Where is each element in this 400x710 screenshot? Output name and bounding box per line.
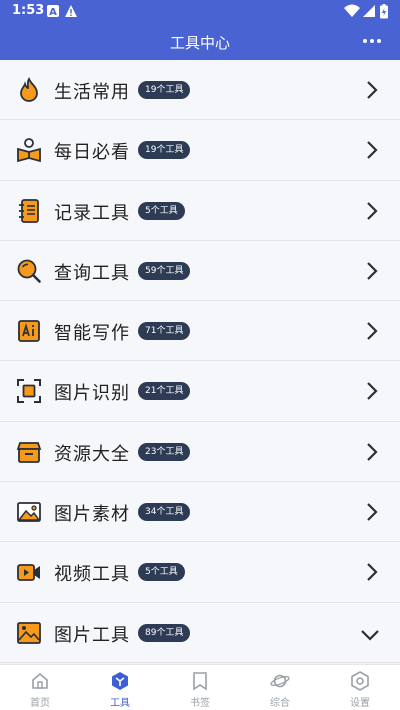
warning-icon (65, 5, 77, 17)
category-row-resources[interactable]: 资源大全 23个工具 (0, 421, 400, 483)
chevron-right-icon (367, 563, 378, 582)
tool-count-badge: 19个工具 (138, 81, 191, 99)
category-label: 每日必看 (54, 142, 130, 164)
scan-icon (17, 379, 41, 404)
chevron-right-icon (367, 382, 378, 401)
tool-count-badge: 89个工具 (138, 623, 191, 642)
bottom-tab-bar: 首页 工具 书签 综合 设置 (0, 664, 400, 710)
category-label: 图片工具 (54, 624, 130, 646)
category-label: 查询工具 (54, 262, 130, 284)
category-row-image-recognition[interactable]: 图片识别 21个工具 (0, 361, 400, 422)
category-label: 智能写作 (54, 323, 130, 345)
tool-category-list: 生活常用 19个工具 每日必看 19个工具 记录工具 5个工具 查询工具 59个… (0, 60, 400, 664)
tool-count-badge: 5个工具 (138, 563, 185, 582)
status-time: 1:53 (12, 3, 45, 18)
category-row-query[interactable]: 查询工具 59个工具 (0, 240, 400, 302)
tool-count-badge: 23个工具 (138, 442, 191, 461)
chevron-right-icon (367, 503, 378, 521)
notification-a-icon: A (47, 5, 59, 18)
tab-label: 设置 (350, 698, 370, 709)
category-row-ai-writing[interactable]: 智能写作 71个工具 (0, 301, 400, 362)
tool-count-badge: 5个工具 (138, 201, 185, 220)
category-row-life[interactable]: 生活常用 19个工具 (0, 60, 400, 121)
category-label: 视频工具 (54, 564, 130, 586)
wifi-icon (344, 4, 360, 17)
tab-tools[interactable]: 工具 (80, 665, 160, 710)
image-icon (17, 502, 41, 522)
category-row-record[interactable]: 记录工具 5个工具 (0, 180, 400, 241)
svg-text:A: A (49, 7, 57, 18)
tab-general[interactable]: 综合 (240, 665, 320, 710)
tab-bookmarks[interactable]: 书签 (160, 665, 240, 710)
box-icon (16, 441, 42, 463)
category-row-daily[interactable]: 每日必看 19个工具 (0, 120, 400, 181)
category-row-image-materials[interactable]: 图片素材 34个工具 (0, 482, 400, 543)
tab-home[interactable]: 首页 (0, 665, 80, 710)
gear-icon (351, 671, 369, 691)
picture-icon (17, 621, 41, 644)
category-label: 生活常用 (54, 82, 130, 103)
planet-icon (270, 674, 290, 688)
status-bar: 1:53 A (0, 0, 400, 24)
category-label: 记录工具 (54, 202, 130, 224)
app-bar: 工具中心 (0, 24, 400, 60)
video-camera-icon (17, 564, 40, 582)
tool-count-badge: 34个工具 (138, 503, 191, 522)
category-label: 图片素材 (54, 504, 130, 526)
tab-settings[interactable]: 设置 (320, 665, 400, 710)
home-icon (32, 672, 48, 689)
chevron-right-icon (367, 262, 378, 280)
tool-count-badge: 19个工具 (138, 141, 191, 160)
tools-icon (112, 672, 128, 690)
signal-icon (363, 5, 375, 17)
chevron-right-icon (367, 201, 378, 220)
chevron-down-icon (361, 629, 379, 641)
category-label: 资源大全 (54, 443, 130, 465)
bookmark-icon (193, 672, 207, 691)
category-label: 图片识别 (54, 383, 130, 405)
tab-label: 工具 (110, 698, 130, 709)
tool-count-badge: 59个工具 (138, 261, 191, 280)
magnifier-icon (17, 259, 41, 283)
chevron-right-icon (367, 81, 378, 99)
notebook-icon (19, 198, 39, 223)
tab-label: 综合 (270, 698, 290, 709)
tab-label: 首页 (30, 698, 50, 709)
battery-icon (380, 4, 388, 19)
reading-icon (17, 138, 41, 163)
tab-label: 书签 (190, 698, 210, 709)
page-title: 工具中心 (169, 34, 230, 52)
chevron-right-icon (367, 322, 378, 340)
flame-icon (20, 77, 38, 102)
chevron-right-icon (367, 141, 378, 160)
category-row-image-tools[interactable]: 图片工具 89个工具 (0, 602, 400, 663)
ai-icon (18, 320, 40, 343)
tool-count-badge: 71个工具 (138, 322, 191, 341)
more-options-icon[interactable] (362, 32, 382, 50)
chevron-right-icon (367, 443, 378, 461)
tool-count-badge: 21个工具 (138, 382, 191, 401)
category-row-video[interactable]: 视频工具 5个工具 (0, 542, 400, 603)
